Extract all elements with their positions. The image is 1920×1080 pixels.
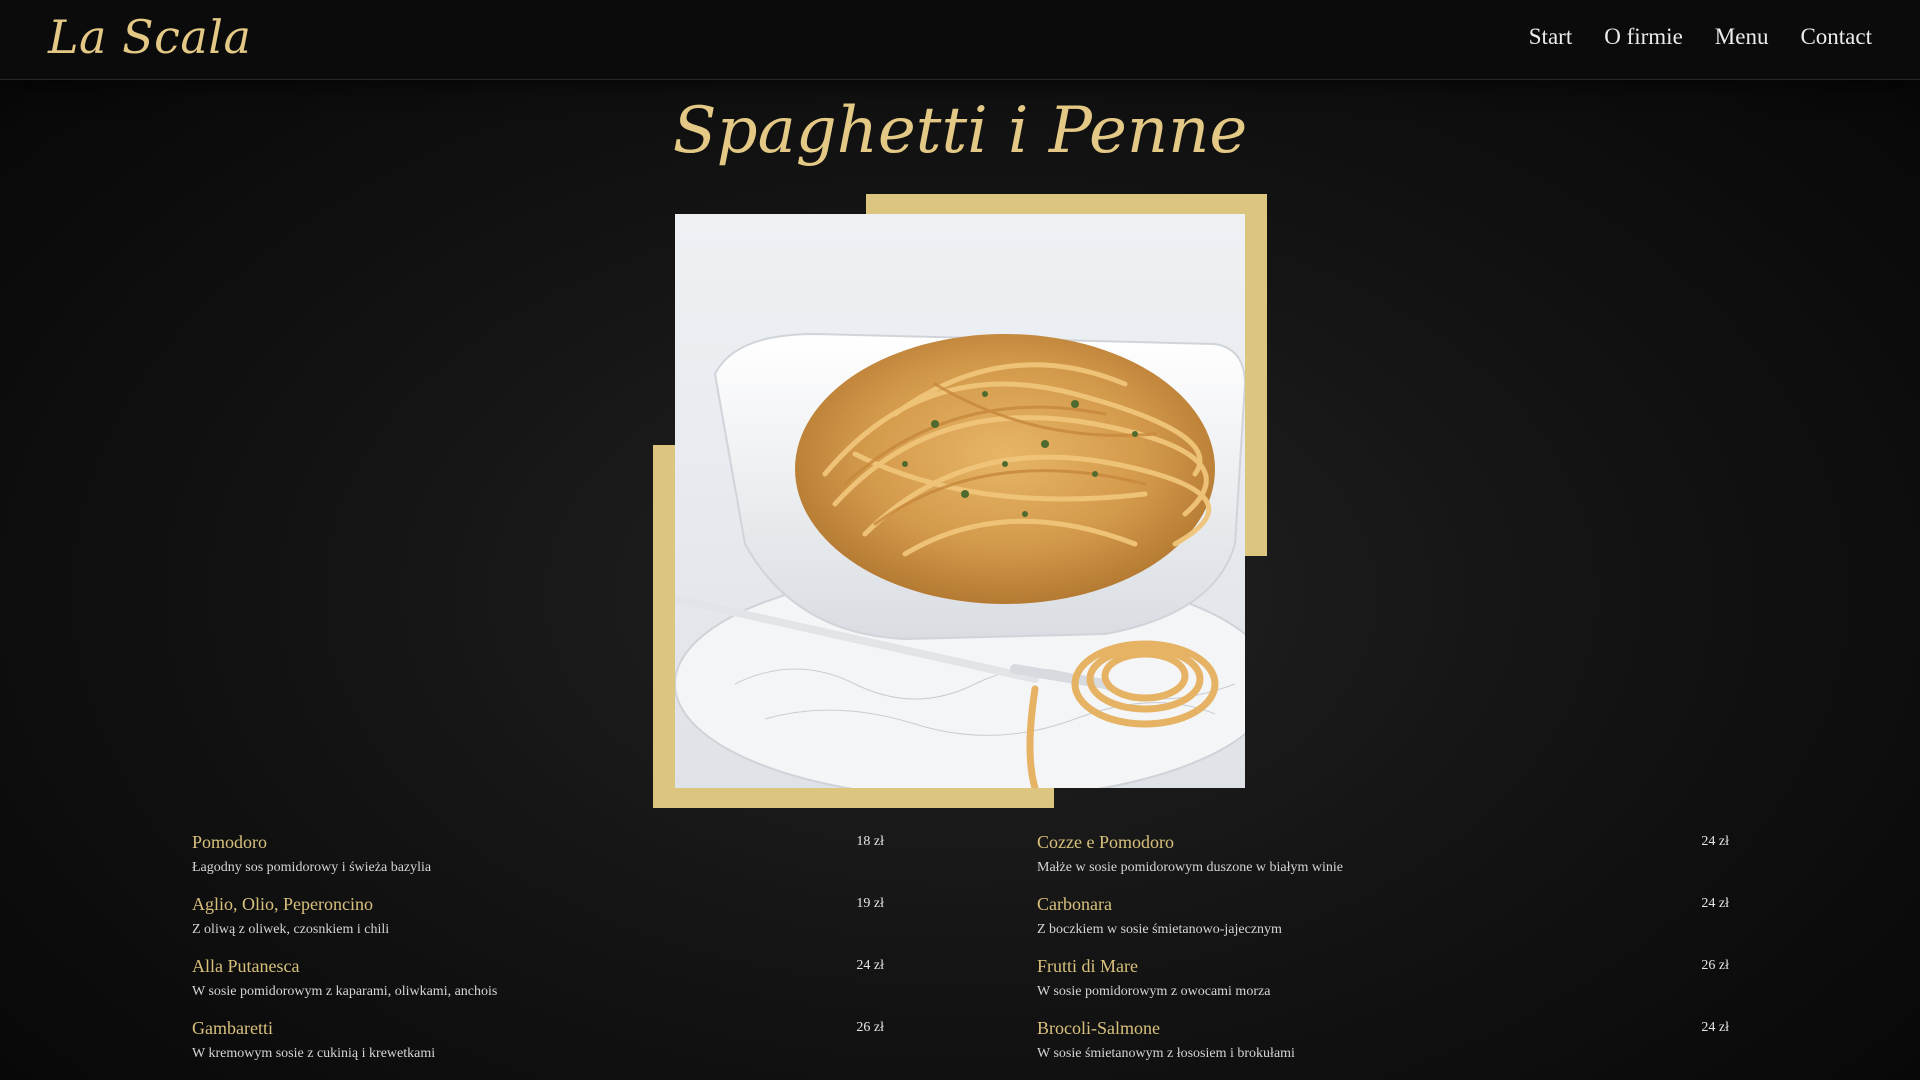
section-title: Spaghetti i Penne <box>672 94 1248 168</box>
main-nav: Start O firmie Menu Contact <box>1529 24 1872 50</box>
menu-item-name: Cozze e Pomodoro <box>1037 832 1174 852</box>
menu-item-description: Łagodny sos pomidorowy i świeża bazylia <box>192 860 432 875</box>
menu-item-name: Carbonara <box>1037 894 1112 914</box>
menu-item-price: 26 zł <box>1701 958 1729 973</box>
pasta-photo <box>675 214 1245 788</box>
menu-column-right: Cozze e Pomodoro 24 zł Małże w sosie pom… <box>1037 832 1729 1080</box>
menu-item-price: 18 zł <box>856 834 884 849</box>
site-logo[interactable]: La Scala <box>48 10 251 64</box>
menu-item-description: W sosie pomidorowym z kaparami, oliwkami… <box>192 984 498 999</box>
menu-item: Frutti di Mare 26 zł W sosie pomidorowym… <box>1037 956 1729 1018</box>
menu-item: Alla Putanesca 24 zł W sosie pomidorowym… <box>192 956 884 1018</box>
page: La Scala Start O firmie Menu Contact Spa… <box>0 0 1920 1080</box>
menu-item-description: W kremowym sosie z cukinią i krewetkami <box>192 1046 436 1061</box>
menu-item-price: 24 zł <box>1701 1020 1729 1035</box>
menu-item-price: 24 zł <box>1701 896 1729 911</box>
menu-item: Brocoli-Salmone 24 zł W sosie śmietanowy… <box>1037 1018 1729 1080</box>
menu-item-description: W sosie śmietanowym z łososiem i brokuła… <box>1037 1046 1295 1061</box>
site-header: La Scala Start O firmie Menu Contact <box>0 0 1920 80</box>
menu-item-description: Małże w sosie pomidorowym duszone w biał… <box>1037 860 1344 875</box>
menu-item: Pomodoro 18 zł Łagodny sos pomidorowy i … <box>192 832 884 894</box>
menu-item-name: Brocoli-Salmone <box>1037 1018 1160 1038</box>
menu-column-left: Pomodoro 18 zł Łagodny sos pomidorowy i … <box>192 832 884 1080</box>
nav-item-o-firmie[interactable]: O firmie <box>1604 24 1683 50</box>
menu-item-name: Aglio, Olio, Peperoncino <box>192 894 373 914</box>
nav-item-contact[interactable]: Contact <box>1800 24 1872 50</box>
menu-item-description: Z oliwą z oliwek, czosnkiem i chili <box>192 922 390 937</box>
menu-item-price: 24 zł <box>1701 834 1729 849</box>
menu-item: Cozze e Pomodoro 24 zł Małże w sosie pom… <box>1037 832 1729 894</box>
menu-item-description: Z boczkiem w sosie śmietanowo-jajecznym <box>1037 922 1282 937</box>
menu-item-name: Pomodoro <box>192 832 268 852</box>
menu-item: Aglio, Olio, Peperoncino 19 zł Z oliwą z… <box>192 894 884 956</box>
nav-item-start[interactable]: Start <box>1529 24 1572 50</box>
menu-item-name: Frutti di Mare <box>1037 956 1138 976</box>
menu-item-name: Alla Putanesca <box>192 956 300 976</box>
nav-item-menu[interactable]: Menu <box>1715 24 1769 50</box>
menu-item-price: 24 zł <box>856 958 884 973</box>
menu-item-name: Gambaretti <box>192 1018 273 1038</box>
menu-item: Gambaretti 26 zł W kremowym sosie z cuki… <box>192 1018 884 1080</box>
spaghetti-bowl-image <box>675 214 1245 788</box>
menu-item: Carbonara 24 zł Z boczkiem w sosie śmiet… <box>1037 894 1729 956</box>
menu-item-description: W sosie pomidorowym z owocami morza <box>1037 984 1271 999</box>
menu-item-price: 26 zł <box>856 1020 884 1035</box>
menu-item-price: 19 zł <box>856 896 884 911</box>
